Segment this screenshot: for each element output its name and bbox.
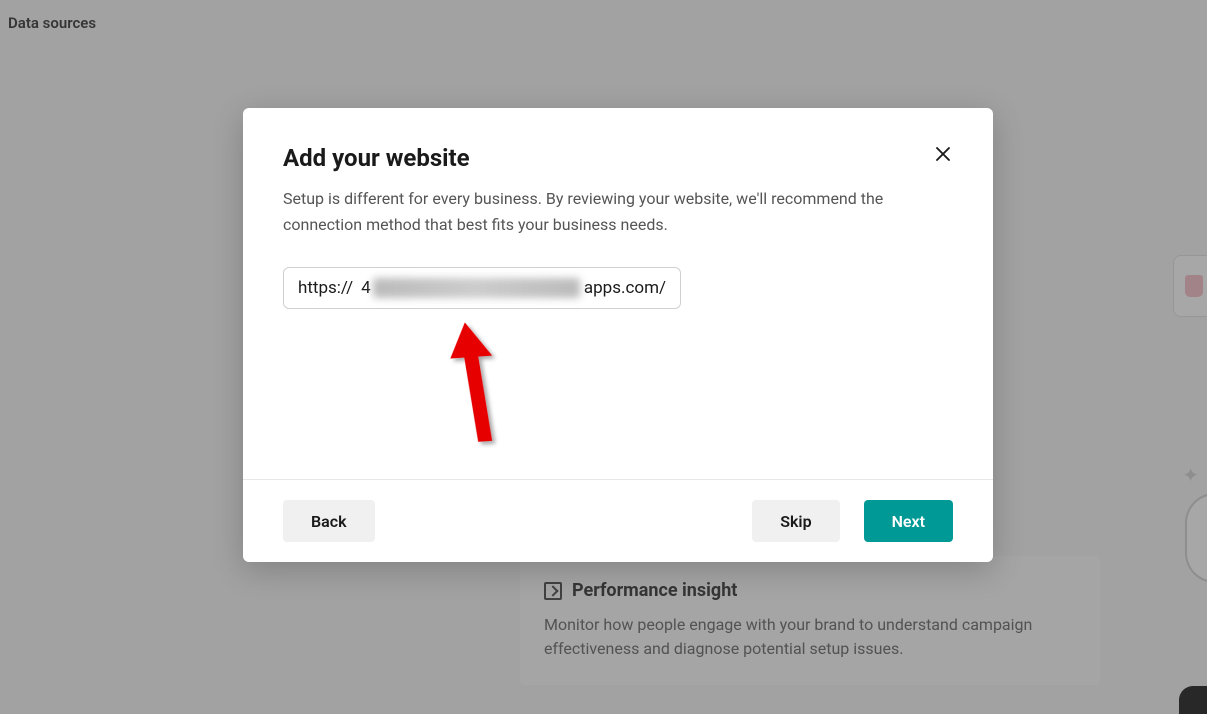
url-protocol-prefix: https:// (298, 278, 353, 298)
url-value-end: apps.com/ (584, 278, 666, 298)
modal-title: Add your website (283, 144, 953, 172)
close-button[interactable] (929, 140, 957, 168)
url-value-start: 4 (361, 278, 371, 298)
next-button[interactable]: Next (864, 500, 953, 542)
modal-subtitle: Setup is different for every business. B… (283, 186, 953, 237)
add-website-modal: Add your website Setup is different for … (243, 108, 993, 562)
close-icon (934, 145, 952, 163)
back-button[interactable]: Back (283, 500, 375, 542)
url-redacted-segment (373, 278, 580, 298)
website-url-input[interactable]: https:// 4 apps.com/ (283, 267, 681, 309)
skip-button[interactable]: Skip (752, 500, 839, 542)
